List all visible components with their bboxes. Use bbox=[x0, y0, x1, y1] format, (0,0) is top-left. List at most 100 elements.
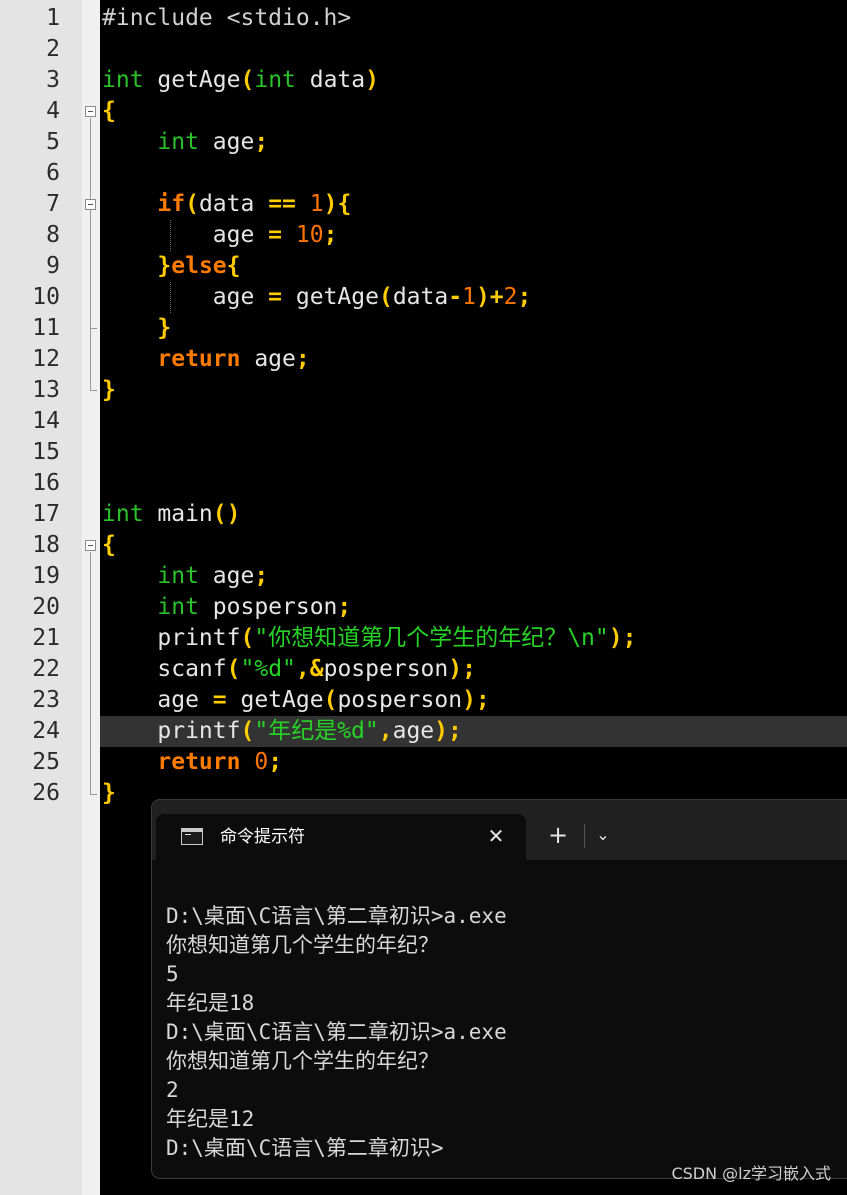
code-token: data bbox=[295, 67, 366, 93]
code-line-22: scanf("%d",&posperson); bbox=[102, 654, 476, 685]
code-token: scanf bbox=[157, 656, 227, 682]
terminal-tab[interactable]: 命令提示符 ✕ bbox=[156, 814, 526, 860]
close-icon[interactable]: ✕ bbox=[482, 822, 510, 850]
code-token: age bbox=[157, 687, 213, 713]
code-token: ( bbox=[226, 656, 241, 682]
fold-toggle-icon[interactable] bbox=[85, 540, 96, 551]
code-token: age bbox=[392, 718, 435, 744]
line-number: 20 bbox=[32, 594, 60, 620]
code-token: } bbox=[157, 315, 172, 341]
line-number: 6 bbox=[46, 160, 60, 186]
code-token: posperson bbox=[323, 656, 449, 682]
code-token: & bbox=[309, 656, 324, 682]
code-token: ; bbox=[295, 346, 310, 372]
code-token: ; bbox=[517, 284, 532, 310]
fold-toggle-icon[interactable] bbox=[85, 106, 96, 117]
code-token: data bbox=[392, 284, 449, 310]
terminal-output-line: 你想知道第几个学生的年纪？ bbox=[166, 933, 439, 957]
code-token: ; bbox=[462, 656, 476, 682]
code-line-17: int main() bbox=[102, 499, 241, 530]
code-token: { bbox=[102, 532, 116, 558]
code-token: ; bbox=[475, 687, 490, 713]
line-number: 12 bbox=[32, 346, 60, 372]
code-line-12: return age; bbox=[102, 344, 310, 375]
code-token: + bbox=[489, 284, 504, 310]
code-token: int bbox=[157, 563, 199, 589]
line-number: 7 bbox=[46, 191, 60, 217]
code-token: return bbox=[157, 346, 241, 372]
fold-toggle-icon[interactable] bbox=[85, 199, 96, 210]
line-number: 2 bbox=[46, 36, 60, 62]
code-token: age bbox=[198, 563, 255, 589]
code-token: ; bbox=[622, 625, 637, 651]
line-number: 26 bbox=[32, 780, 60, 806]
code-token: int bbox=[157, 129, 199, 155]
code-token: ) bbox=[462, 687, 476, 713]
titlebar-divider bbox=[584, 824, 585, 848]
code-token: } bbox=[102, 780, 116, 806]
code-line-8: age = 10; bbox=[102, 220, 338, 251]
code-token: == bbox=[268, 191, 296, 217]
code-line-7: if(data == 1){ bbox=[102, 189, 351, 220]
new-tab-button[interactable]: + bbox=[544, 820, 572, 850]
code-token: 1 bbox=[462, 284, 476, 310]
code-line-23: age = getAge(posperson); bbox=[102, 685, 490, 716]
code-token: #include <stdio.h> bbox=[102, 5, 352, 31]
code-token: age bbox=[198, 129, 255, 155]
code-token: ) bbox=[323, 191, 338, 217]
code-token: else bbox=[171, 253, 227, 279]
code-token: ( bbox=[240, 67, 255, 93]
code-token: = bbox=[268, 284, 283, 310]
chevron-down-icon[interactable]: ⌄ bbox=[590, 820, 616, 850]
code-token: } bbox=[102, 377, 116, 403]
line-number: 21 bbox=[32, 625, 60, 651]
code-token: age bbox=[212, 284, 269, 310]
terminal-prompt-line[interactable]: D:\桌面\C语言\第二章初识> bbox=[166, 1134, 444, 1163]
code-line-3: int getAge(int data) bbox=[102, 65, 379, 96]
code-token: ; bbox=[268, 749, 283, 775]
code-token: age bbox=[240, 346, 296, 372]
code-token: ( bbox=[185, 191, 199, 217]
code-token: = bbox=[268, 222, 283, 248]
fold-end-marker bbox=[90, 794, 97, 795]
code-line-9: }else{ bbox=[102, 251, 241, 282]
screen-root: 1 2 3 4 5 6 7 8 9 10 11 12 13 14 15 16 1… bbox=[0, 0, 847, 1195]
code-line-20: int posperson; bbox=[102, 592, 351, 623]
code-token: = bbox=[212, 687, 227, 713]
command-prompt-window[interactable]: 命令提示符 ✕ + ⌄ D:\桌面\C语言\第二章初识>a.exe 你想知道第几… bbox=[152, 800, 847, 1178]
code-line-21: printf("你想知道第几个学生的年纪？\n"); bbox=[102, 623, 636, 654]
code-token: { bbox=[226, 253, 241, 279]
code-token: ( bbox=[378, 284, 393, 310]
code-string: "%d" bbox=[240, 656, 296, 682]
cmd-prompt-icon bbox=[181, 828, 203, 845]
line-number: 13 bbox=[32, 377, 60, 403]
line-number: 23 bbox=[32, 687, 60, 713]
code-token: if bbox=[157, 191, 186, 217]
code-token: int bbox=[102, 501, 144, 527]
terminal-output-line: 年纪是18 bbox=[166, 991, 255, 1015]
terminal-tab-title: 命令提示符 bbox=[220, 827, 305, 847]
code-line-11: } bbox=[102, 313, 171, 344]
code-token: int bbox=[157, 594, 199, 620]
line-number: 5 bbox=[46, 129, 60, 155]
code-token: posperson bbox=[337, 687, 463, 713]
line-number: 22 bbox=[32, 656, 60, 682]
terminal-output-line: 你想知道第几个学生的年纪？ bbox=[166, 1049, 439, 1073]
code-token: printf bbox=[157, 625, 241, 651]
code-line-19: int age; bbox=[102, 561, 268, 592]
line-number: 8 bbox=[46, 222, 60, 248]
code-token: ; bbox=[254, 129, 269, 155]
line-number: 4 bbox=[46, 98, 60, 124]
line-number: 9 bbox=[46, 253, 60, 279]
fold-range-line bbox=[90, 118, 91, 390]
code-token: posperson bbox=[198, 594, 338, 620]
code-token: age bbox=[212, 222, 269, 248]
